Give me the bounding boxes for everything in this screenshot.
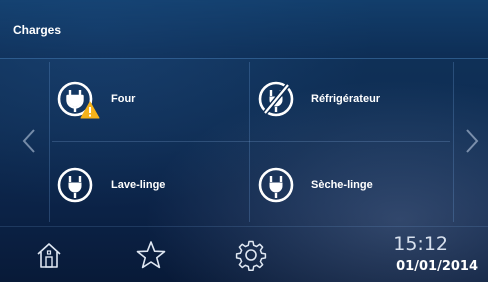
load-tile-lave-linge[interactable]: Lave-linge bbox=[57, 150, 165, 220]
clock-time: 15:12 bbox=[393, 233, 448, 255]
page-title: Charges bbox=[13, 23, 62, 37]
screen: Charges Four Réfrigérateur Lave-linge Sè… bbox=[0, 0, 488, 282]
plug-icon bbox=[57, 79, 100, 119]
load-tile-seche-linge[interactable]: Sèche-linge bbox=[257, 150, 373, 220]
grid-divider-right bbox=[453, 62, 454, 222]
plug-icon bbox=[57, 165, 97, 205]
favorites-button[interactable] bbox=[135, 239, 167, 271]
warning-icon bbox=[80, 101, 100, 119]
grid-divider-center bbox=[249, 62, 250, 222]
home-button[interactable] bbox=[33, 239, 65, 271]
star-icon bbox=[136, 241, 166, 269]
plug-off-icon bbox=[257, 79, 297, 119]
load-label: Four bbox=[111, 93, 136, 105]
clock-date: 01/01/2014 bbox=[396, 259, 478, 274]
settings-button[interactable] bbox=[235, 239, 267, 271]
home-icon bbox=[37, 243, 61, 268]
grid-divider-horizontal bbox=[52, 141, 450, 142]
chevron-left-icon bbox=[22, 129, 35, 153]
load-label: Réfrigérateur bbox=[311, 93, 381, 105]
load-tile-refrigerateur[interactable]: Réfrigérateur bbox=[257, 64, 380, 134]
bottom-bar: 15:12 01/01/2014 bbox=[0, 226, 488, 282]
plug-icon bbox=[257, 165, 297, 205]
next-page-button[interactable] bbox=[463, 126, 481, 156]
load-tile-four[interactable]: Four bbox=[57, 64, 135, 134]
load-label: Sèche-linge bbox=[311, 179, 373, 191]
gear-icon bbox=[235, 240, 267, 271]
title-bar: Charges bbox=[0, 0, 488, 59]
chevron-right-icon bbox=[466, 129, 479, 153]
grid-divider-left bbox=[49, 62, 50, 222]
previous-page-button[interactable] bbox=[20, 126, 38, 156]
load-label: Lave-linge bbox=[111, 179, 166, 191]
